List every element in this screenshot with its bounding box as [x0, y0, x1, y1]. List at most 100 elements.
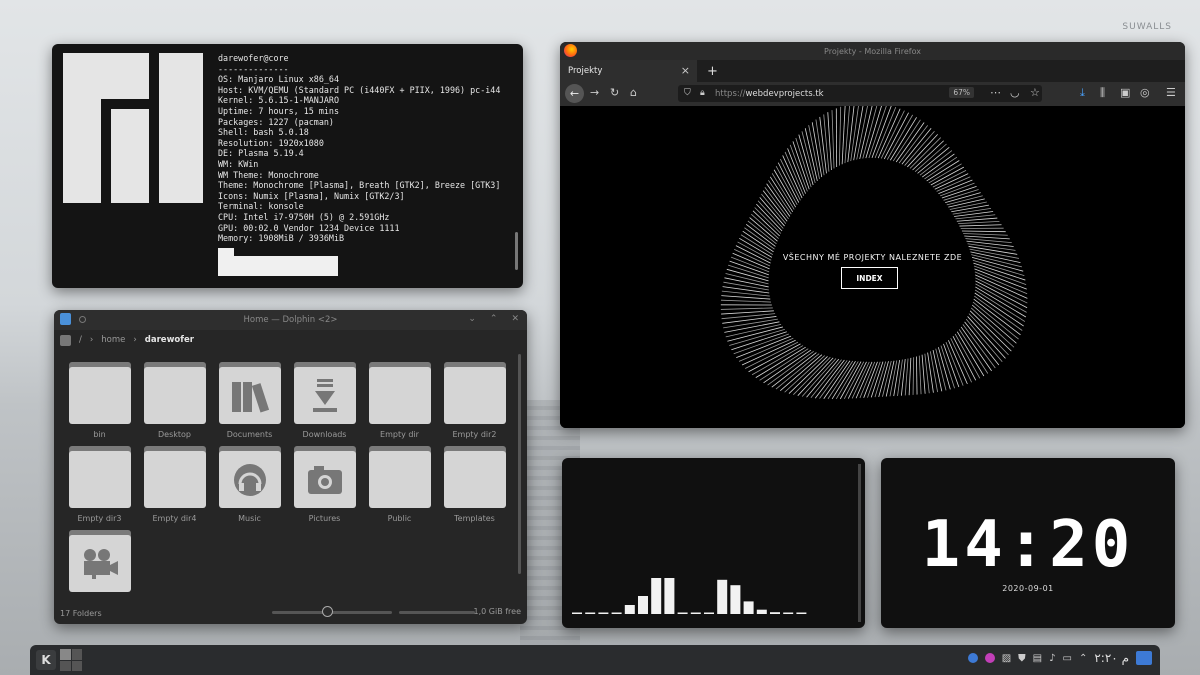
shield-icon[interactable]: ⛉ [684, 88, 691, 98]
folder-icon [368, 362, 431, 424]
folder-item[interactable]: Pictures [287, 446, 362, 523]
firefox-icon[interactable] [564, 44, 577, 57]
ring-stroke [863, 361, 878, 398]
sidebar-icon[interactable]: ▣ [1120, 86, 1130, 99]
breadcrumb-home[interactable]: home [101, 335, 125, 345]
index-button[interactable]: INDEX [841, 267, 898, 289]
folder-item[interactable]: Documents [212, 362, 287, 439]
ring-stroke [940, 182, 975, 197]
folder-item[interactable]: Empty dir2 [437, 362, 512, 439]
ring-stroke [963, 233, 1008, 236]
pocket-icon[interactable]: ◡ [1010, 86, 1020, 99]
folder-documents-icon [218, 362, 281, 424]
page-actions-icon[interactable]: ⋯ [990, 86, 1001, 99]
folder-item[interactable]: Public [362, 446, 437, 523]
ring-stroke [841, 105, 846, 165]
volume-icon[interactable]: ♪ [1049, 653, 1055, 664]
account-icon[interactable]: ◎ [1140, 86, 1150, 99]
ring-stroke [831, 110, 835, 169]
chevron-up-icon[interactable]: ⌃ [1079, 653, 1087, 664]
ring-stroke [838, 106, 842, 166]
ring-stroke [721, 310, 774, 315]
firefox-window[interactable]: Projekty - Mozilla Firefox Projekty × + … [560, 42, 1185, 428]
lock-icon[interactable]: 🔒︎ [700, 88, 705, 98]
folder-downloads-icon [293, 362, 356, 424]
virtual-desktop-pager[interactable] [60, 649, 82, 671]
ring-stroke [941, 185, 977, 199]
shield-icon[interactable]: ⛊ [1018, 653, 1026, 664]
minimize-icon[interactable]: ⌄ [468, 314, 476, 324]
tab-projekty[interactable]: Projekty × [560, 60, 697, 82]
ring-stroke [930, 166, 965, 186]
folder-item[interactable]: Desktop [137, 362, 212, 439]
visualizer-bar [624, 605, 635, 614]
folder-item[interactable]: bin [62, 362, 137, 439]
zoom-level[interactable]: 67% [949, 87, 974, 98]
folder-icon [443, 362, 506, 424]
reload-icon[interactable]: ↻ [610, 86, 619, 99]
info-icon[interactable] [967, 653, 978, 663]
menu-icon[interactable]: ☰ [1166, 86, 1176, 99]
taskbar-clock[interactable]: م ٢:٢٠ [1094, 651, 1129, 665]
bookmark-star-icon[interactable]: ☆ [1030, 86, 1040, 99]
terminal-window[interactable]: darewofer@core -------------- OS: Manjaro … [52, 44, 523, 288]
breadcrumb-root[interactable]: / [79, 335, 82, 345]
system-info-line: WM: KWin [218, 158, 259, 169]
terminal-scrollbar[interactable] [515, 232, 518, 270]
visualizer-bar [572, 612, 582, 614]
folder-item[interactable] [62, 530, 137, 592]
folder-item[interactable]: Empty dir3 [62, 446, 137, 523]
folder-item[interactable]: Empty dir4 [137, 446, 212, 523]
application-launcher[interactable]: K [36, 650, 56, 670]
folder-item[interactable]: Downloads [287, 362, 362, 439]
forward-icon[interactable]: → [590, 86, 599, 99]
ring-stroke [823, 360, 851, 399]
breadcrumb-current[interactable]: darewofer [145, 335, 194, 345]
ring-stroke [956, 217, 998, 222]
system-info-line: Terminal: konsole [218, 201, 304, 212]
url-bar[interactable]: ⛉ 🔒︎ https://webdevprojects.tk 67% [678, 85, 1042, 102]
ring-stroke [819, 116, 827, 174]
download-icon[interactable]: ⤓ [1080, 86, 1085, 100]
visualizer-bar [690, 612, 701, 614]
network-icon[interactable]: ▭ [1063, 653, 1072, 664]
ring-stroke [889, 360, 898, 397]
visualizer-scrollbar [858, 464, 861, 622]
visualizer-bar [756, 609, 767, 614]
visualizer-bar [585, 612, 596, 614]
file-grid: bin Desktop Documents Downloads Empty dir Emp… [62, 362, 507, 592]
maximize-icon[interactable]: ⌃ [490, 314, 498, 324]
dolphin-scrollbar[interactable] [518, 354, 521, 574]
show-desktop-icon[interactable] [1136, 651, 1152, 665]
close-icon[interactable]: ✕ [511, 314, 519, 324]
folder-icon [443, 446, 506, 508]
folder-label: Downloads [302, 430, 347, 439]
ring-stroke [916, 356, 918, 395]
new-tab-icon[interactable]: + [707, 64, 718, 79]
zoom-slider-handle[interactable] [322, 606, 333, 617]
keep-above-icon[interactable] [79, 315, 86, 323]
home-icon[interactable] [60, 334, 71, 346]
ring-stroke [973, 265, 1027, 285]
notification-icon[interactable] [984, 653, 995, 663]
image-icon[interactable]: ▨ [1002, 653, 1011, 664]
navigation-toolbar: ← → ↻ ⌂ ⛉ 🔒︎ https://webdevprojects.tk 6… [560, 82, 1185, 106]
dolphin-statusbar: 17 Folders 1,0 GiB free [54, 602, 527, 624]
system-info-line: Memory: 1908MiB / 3936MiB [218, 233, 345, 244]
firefox-titlebar[interactable]: Projekty - Mozilla Firefox [560, 42, 1185, 60]
close-tab-icon[interactable]: × [681, 64, 690, 77]
folder-item[interactable]: Empty dir [362, 362, 437, 439]
dolphin-titlebar[interactable]: Home — Dolphin <2> ⌄ ⌃ ✕ [54, 310, 527, 330]
folder-label: Public [387, 514, 412, 523]
folder-item[interactable]: Templates [437, 446, 512, 523]
home-icon[interactable]: ⌂ [630, 86, 637, 99]
library-icon[interactable]: ⫼ [1100, 86, 1105, 100]
dolphin-window[interactable]: Home — Dolphin <2> ⌄ ⌃ ✕ / › home › darewo… [54, 310, 527, 624]
ring-stroke [723, 281, 769, 291]
folder-item[interactable]: Music [212, 446, 287, 523]
ring-stroke [934, 173, 969, 190]
back-icon[interactable]: ← [565, 84, 584, 103]
ring-stroke [918, 355, 922, 395]
dolphin-app-icon[interactable] [60, 313, 71, 325]
clipboard-icon[interactable]: ▤ [1033, 653, 1042, 664]
